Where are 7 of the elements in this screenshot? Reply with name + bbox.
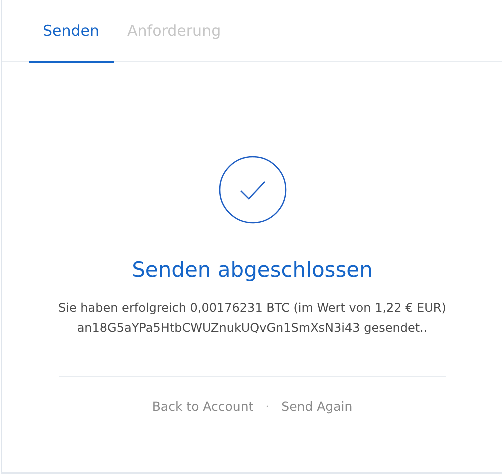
footer-link[interactable]: Back to Account <box>152 399 254 414</box>
success-title: Senden abgeschlossen <box>132 258 373 282</box>
tab[interactable]: Senden <box>29 0 114 63</box>
success-message: Sie haben erfolgreich 0,00176231 BTC (im Wert von 1,22 € EUR) an18G5aYPa5HtbCWUZnukUQvGn1SmXsN3i43 gesendet.. <box>58 300 448 337</box>
footer-link[interactable]: Send Again <box>282 399 353 414</box>
checkmark-circle-icon <box>218 156 286 224</box>
separator-dot: · <box>266 399 270 414</box>
